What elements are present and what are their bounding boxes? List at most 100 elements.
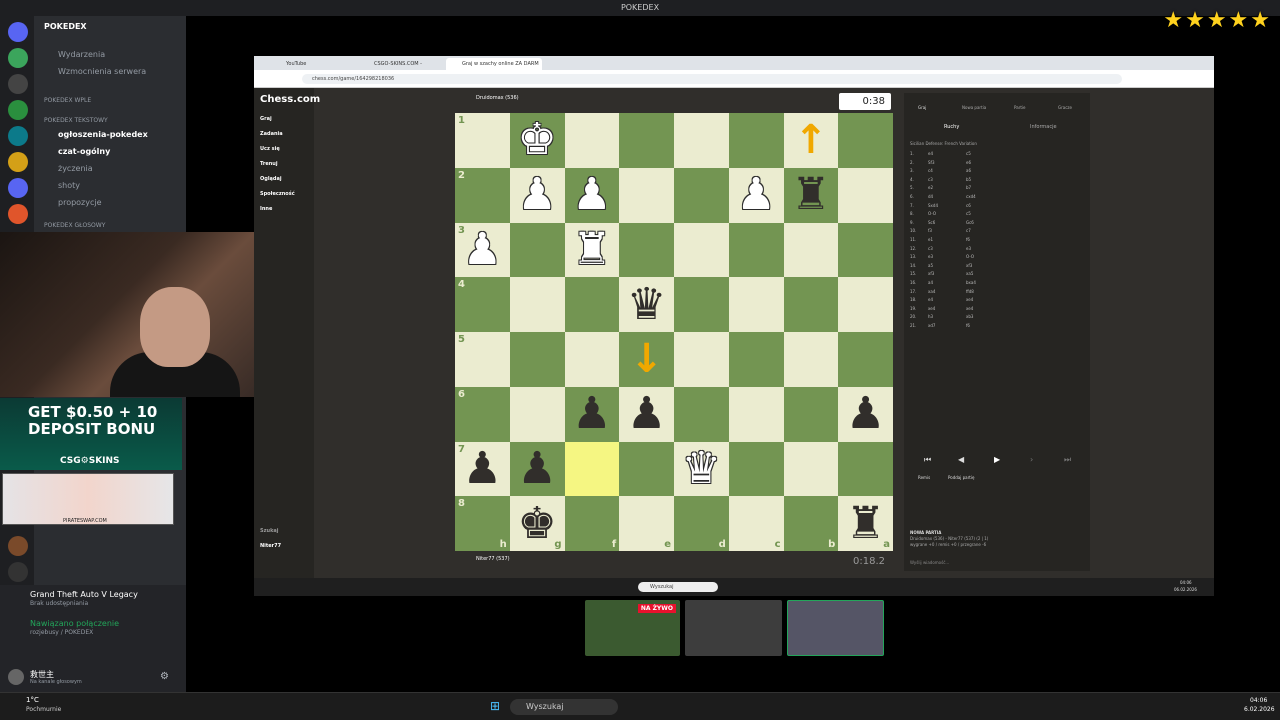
chess-piece[interactable]: ♟ [517, 173, 556, 217]
black-move[interactable]: a6 [966, 168, 971, 173]
first-move-button[interactable]: ⏮ [924, 455, 931, 465]
channel-item[interactable]: Wydarzenia [58, 50, 105, 59]
avatar[interactable] [8, 669, 24, 685]
board-square[interactable] [564, 332, 620, 387]
white-move[interactable]: f3 [928, 228, 932, 233]
white-move[interactable]: e4 [928, 297, 933, 302]
board-square[interactable] [783, 277, 839, 332]
chess-piece[interactable]: ♛ [627, 282, 666, 327]
chess-piece[interactable]: ♜ [846, 501, 885, 546]
white-move[interactable]: xa4 [928, 289, 935, 294]
server-icon[interactable] [8, 48, 28, 68]
black-move[interactable]: c7 [966, 228, 971, 233]
nav-item[interactable]: Trenuj [260, 161, 278, 167]
board-square[interactable]: ♟ [564, 386, 620, 442]
black-move[interactable]: c5 [966, 151, 971, 156]
taskbar-search[interactable]: Wyszukaj [510, 699, 618, 715]
board-square[interactable] [728, 386, 784, 442]
board-square[interactable] [838, 167, 893, 223]
board-square[interactable]: a ♜ [838, 496, 893, 551]
black-move[interactable]: b7 [966, 185, 971, 190]
panel-tab[interactable]: Gracze [1058, 105, 1072, 110]
white-move[interactable]: c4 [928, 168, 933, 173]
board-square[interactable]: 8h [455, 496, 510, 551]
prev-move-button[interactable]: ◀ [958, 455, 964, 464]
browser-tab[interactable]: CSGO-SKINS.COM - Najlepsze [358, 58, 442, 79]
board-square[interactable]: e [619, 496, 674, 551]
board-square[interactable]: c [728, 496, 784, 551]
channel-item[interactable]: czat-ogólny [58, 147, 110, 156]
chess-piece[interactable]: ♟ [572, 392, 611, 436]
white-move[interactable]: e3 [928, 254, 933, 259]
black-move[interactable]: xb3 [966, 314, 973, 319]
subtab-moves[interactable]: Ruchy [944, 124, 959, 130]
search-link[interactable]: Szukaj [260, 528, 278, 534]
black-move[interactable]: cxd4 [966, 194, 976, 199]
white-move[interactable]: Sxd4 [928, 203, 938, 208]
white-move[interactable]: e1 [928, 237, 933, 242]
white-move[interactable]: a4 [928, 280, 933, 285]
channel-item[interactable]: życzenia [58, 164, 93, 173]
board-square[interactable]: ♟ [619, 386, 674, 442]
server-icon[interactable] [8, 562, 28, 582]
board-square[interactable]: ♜ [564, 222, 620, 278]
server-icon[interactable] [8, 204, 28, 224]
board-square[interactable]: 2 [455, 167, 510, 223]
board-square[interactable]: ♛ [619, 277, 674, 332]
board-square[interactable] [728, 332, 784, 387]
white-move[interactable]: O-O [928, 211, 936, 216]
category-label[interactable]: POKEDEX GŁOSOWY [44, 222, 105, 229]
server-icon[interactable] [8, 100, 28, 120]
panel-tab[interactable]: Nowa partia [962, 105, 986, 110]
white-move[interactable]: Sf3 [928, 160, 935, 165]
black-move[interactable]: e6 [966, 160, 971, 165]
resign-button[interactable]: Poddaj partię [948, 475, 974, 480]
board-square[interactable]: ↑ [783, 113, 839, 168]
play-button[interactable]: › [1030, 455, 1033, 464]
nav-item[interactable]: Graj [260, 116, 272, 122]
black-move[interactable]: f6 [966, 323, 970, 328]
black-move[interactable]: c6 [966, 203, 971, 208]
panel-tab[interactable]: Partie [1014, 105, 1025, 110]
board-square[interactable] [838, 113, 893, 168]
white-move[interactable]: a5 [928, 263, 933, 268]
board-square[interactable]: 3 ♟ [455, 222, 510, 278]
board-square[interactable] [728, 441, 784, 497]
white-move[interactable]: e2 [928, 185, 933, 190]
chess-piece[interactable]: ♟ [846, 392, 885, 436]
board-square[interactable]: 5 [455, 332, 510, 387]
channel-item[interactable]: shoty [58, 181, 80, 190]
stream-thumb[interactable] [787, 600, 884, 656]
search-input[interactable]: Wyszukaj [638, 582, 718, 592]
windows-start-icon[interactable]: ⊞ [490, 699, 500, 713]
nav-item[interactable]: Inne [260, 206, 272, 212]
black-move[interactable]: c5 [966, 211, 971, 216]
channel-item[interactable]: ogłoszenia-pokedex [58, 130, 148, 139]
board-square[interactable]: ♟ [838, 386, 893, 442]
board-square[interactable] [674, 332, 729, 387]
board-square[interactable] [619, 222, 674, 278]
settings-icon[interactable]: ⚙ [160, 671, 169, 682]
board-square[interactable] [509, 386, 565, 442]
white-move[interactable]: d4 [928, 194, 933, 199]
server-icon[interactable] [8, 22, 28, 42]
board-square[interactable] [564, 277, 620, 332]
board-square[interactable]: b [783, 496, 839, 551]
black-move[interactable]: ffd8 [966, 289, 974, 294]
chess-piece[interactable]: ♟ [463, 446, 502, 491]
server-icon[interactable] [8, 126, 28, 146]
nav-item[interactable]: Ucz się [260, 146, 280, 152]
black-move[interactable]: xe4 [966, 297, 973, 302]
board-square[interactable] [783, 441, 839, 497]
category-label[interactable]: POKEDEX Wple [44, 97, 91, 104]
board-square[interactable]: ↓ [619, 332, 674, 387]
board-square[interactable] [509, 332, 565, 387]
board-square[interactable] [509, 277, 565, 332]
chess-piece[interactable]: ♟ [517, 446, 556, 491]
board-square[interactable]: ♟ [728, 167, 784, 223]
black-move[interactable]: O-O [966, 254, 974, 259]
draw-button[interactable]: Remis [918, 475, 930, 480]
nav-item[interactable]: Oglądaj [260, 176, 282, 182]
server-name[interactable]: POKEDEX [44, 22, 87, 31]
black-move[interactable]: xe4 [966, 306, 973, 311]
